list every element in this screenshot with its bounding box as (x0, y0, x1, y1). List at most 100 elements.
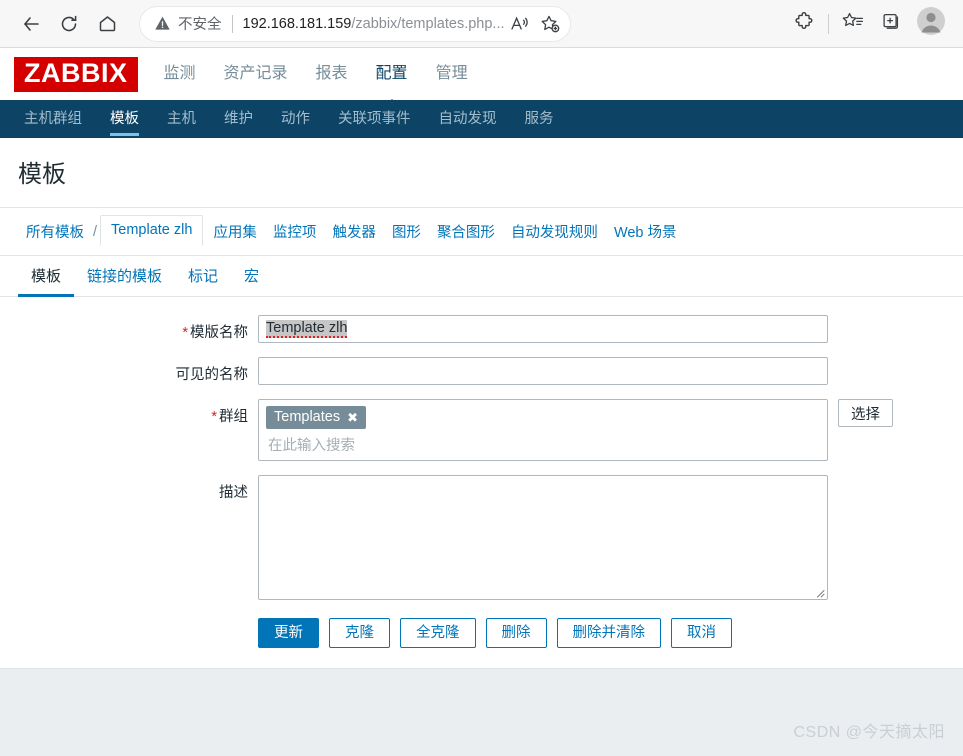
delete-button[interactable]: 删除 (485, 618, 547, 648)
extensions-button[interactable] (786, 6, 822, 42)
profile-button[interactable] (911, 4, 951, 44)
watermark: CSDN @今天摘太阳 (793, 724, 945, 741)
subnav-item-host-groups[interactable]: 主机群组 (10, 100, 96, 138)
group-chip-templates[interactable]: Templates ✖ (266, 406, 366, 429)
breadcrumb-screens[interactable]: 聚合图形 (429, 217, 503, 246)
address-bar[interactable]: 不安全 192.168.181.159/zabbix/templates.php… (140, 6, 570, 41)
clone-button[interactable]: 克隆 (329, 618, 390, 648)
breadcrumb-discovery-rules[interactable]: 自动发现规则 (503, 217, 606, 246)
form-body: * 模版名称 Template zlh 可见的名称 * 群组 Templates… (0, 297, 963, 648)
tab-tags[interactable]: 标记 (175, 265, 231, 296)
sub-navigation: 主机群组 模板 主机 维护 动作 关联项事件 自动发现 服务 (0, 100, 963, 138)
field-visible-name (258, 357, 963, 385)
home-icon (97, 13, 118, 34)
label-description: 描述 (219, 485, 248, 501)
breadcrumb-graphs[interactable]: 图形 (384, 217, 429, 246)
field-template-name: Template zlh (258, 315, 963, 343)
breadcrumb-applications[interactable]: 应用集 (205, 217, 265, 246)
breadcrumb-current-template[interactable]: Template zlh (100, 215, 204, 246)
nav-item-administration[interactable]: 管理 (436, 48, 468, 100)
form-row-groups: * 群组 Templates ✖ 在此输入搜索 选择 (0, 399, 963, 461)
browser-toolbar: 不安全 192.168.181.159/zabbix/templates.php… (0, 0, 963, 48)
nav-item-reports[interactable]: 报表 (316, 48, 348, 100)
browser-toolbar-right (786, 4, 951, 44)
nav-item-inventory[interactable]: 资产记录 (224, 48, 288, 100)
subnav-item-correlation[interactable]: 关联项事件 (324, 100, 425, 138)
full-clone-button[interactable]: 全克隆 (400, 618, 476, 648)
home-button[interactable] (88, 5, 126, 43)
url-text: 192.168.181.159/zabbix/templates.php... (243, 16, 505, 32)
form-row-template-name: * 模版名称 Template zlh (0, 315, 963, 343)
label-visible-name: 可见的名称 (175, 367, 249, 383)
subnav-item-services[interactable]: 服务 (511, 100, 568, 138)
tab-linked-templates[interactable]: 链接的模板 (74, 265, 175, 296)
required-marker: * (211, 409, 217, 425)
page-container: 模板 所有模板 / Template zlh 应用集 监控项 触发器 图形 聚合… (0, 138, 963, 756)
update-button[interactable]: 更新 (258, 618, 319, 648)
remove-chip-icon[interactable]: ✖ (347, 411, 358, 424)
groups-search-placeholder[interactable]: 在此输入搜索 (266, 434, 820, 455)
subnav-item-discovery[interactable]: 自动发现 (425, 100, 511, 138)
label-groups: * 群组 (0, 399, 258, 426)
breadcrumb-web-scenarios[interactable]: Web 场景 (606, 217, 685, 246)
description-textarea[interactable] (258, 475, 828, 600)
profile-avatar-icon (916, 6, 946, 41)
form-row-description: 描述 (0, 475, 963, 600)
label-groups-text: 群组 (219, 409, 248, 425)
form-tabs: 模板 链接的模板 标记 宏 (0, 256, 963, 297)
tab-template[interactable]: 模板 (18, 265, 75, 297)
required-marker: * (182, 325, 188, 341)
favorites-button[interactable] (835, 6, 871, 42)
not-secure-warning-icon (154, 15, 171, 32)
field-description (258, 475, 963, 600)
breadcrumb-triggers[interactable]: 触发器 (324, 217, 384, 246)
add-favorite-star-icon[interactable] (536, 10, 564, 38)
omnibox-divider (231, 14, 233, 33)
delete-and-clear-button[interactable]: 删除并清除 (556, 618, 661, 648)
subnav-item-actions[interactable]: 动作 (267, 100, 324, 138)
form-row-visible-name: 可见的名称 (0, 357, 963, 385)
breadcrumb-separator: / (93, 223, 98, 240)
groups-multiselect[interactable]: Templates ✖ 在此输入搜索 (258, 399, 828, 461)
field-groups: Templates ✖ 在此输入搜索 选择 (258, 399, 963, 461)
visible-name-input[interactable] (258, 357, 828, 385)
form-action-buttons: 更新 克隆 全克隆 删除 删除并清除 取消 (0, 618, 963, 648)
subnav-item-hosts[interactable]: 主机 (153, 100, 210, 138)
subnav-item-templates[interactable]: 模板 (96, 100, 153, 138)
breadcrumb-all-templates[interactable]: 所有模板 (18, 217, 92, 246)
page-title-card: 模板 (0, 138, 963, 208)
security-status-label: 不安全 (178, 17, 222, 33)
subnav-item-maintenance[interactable]: 维护 (210, 100, 267, 138)
breadcrumb-items[interactable]: 监控项 (265, 217, 325, 246)
zabbix-logo[interactable]: ZABBIX (14, 56, 138, 92)
favorites-list-icon (842, 11, 864, 36)
read-aloud-icon[interactable] (506, 10, 534, 38)
tab-macros[interactable]: 宏 (231, 265, 272, 296)
page-title: 模板 (18, 161, 66, 188)
back-arrow-icon (20, 13, 42, 35)
reload-icon (59, 14, 79, 34)
label-template-name-text: 模版名称 (190, 325, 248, 341)
extensions-puzzle-icon (794, 11, 815, 37)
resize-grip-icon[interactable] (813, 585, 825, 598)
nav-item-configuration[interactable]: 配置 (376, 48, 408, 100)
url-host: 192.168.181.159 (242, 15, 352, 32)
breadcrumb-card: 所有模板 / Template zlh 应用集 监控项 触发器 图形 聚合图形 … (0, 208, 963, 256)
url-path: /zabbix/templates.php... (351, 15, 504, 32)
reload-button[interactable] (50, 5, 88, 43)
template-name-value: Template zlh (266, 320, 348, 338)
group-chip-label: Templates (274, 409, 341, 425)
nav-item-monitoring[interactable]: 监测 (164, 48, 196, 100)
main-navigation: 监测 资产记录 报表 配置 管理 (164, 48, 468, 100)
template-form-card: 模板 链接的模板 标记 宏 *模版名称 Template zlh 可见的名称 (0, 256, 963, 669)
template-name-input[interactable]: Template zlh (258, 315, 828, 343)
app-header: ZABBIX 监测 资产记录 报表 配置 管理 (0, 48, 963, 100)
back-button[interactable] (12, 5, 50, 43)
add-to-collections-icon (880, 11, 902, 37)
label-template-name: * 模版名称 (0, 315, 258, 342)
cancel-button[interactable]: 取消 (671, 618, 732, 648)
collections-button[interactable] (873, 6, 909, 42)
toolbar-divider (828, 13, 829, 34)
breadcrumb: 所有模板 / Template zlh 应用集 监控项 触发器 图形 聚合图形 … (18, 215, 945, 255)
select-group-button[interactable]: 选择 (838, 399, 893, 427)
